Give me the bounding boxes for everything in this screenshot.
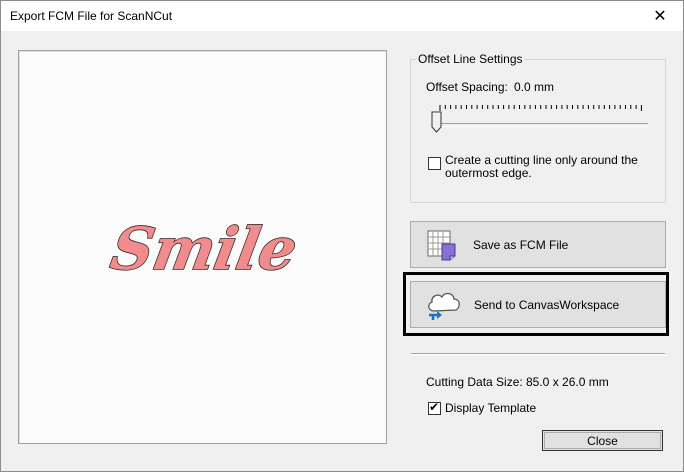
display-template-label: Display Template (445, 401, 537, 415)
display-template-checkbox[interactable]: ✔ (428, 400, 441, 415)
save-fcm-button[interactable]: Save as FCM File (410, 221, 666, 268)
title-bar: Export FCM File for ScanNCut ✕ (1, 1, 683, 31)
offset-slider-thumb[interactable] (431, 111, 443, 133)
fcm-file-icon (427, 230, 456, 261)
preview-text: Smile (106, 214, 302, 282)
close-button[interactable]: Close (542, 430, 663, 451)
close-button-label: Close (587, 433, 618, 448)
save-fcm-label: Save as FCM File (473, 238, 569, 252)
outer-edge-checkbox[interactable] (428, 157, 441, 170)
smile-preview-graphic: Smile (105, 214, 303, 284)
close-icon: ✕ (653, 8, 667, 25)
preview-pane: Smile (18, 50, 387, 444)
close-window-button[interactable]: ✕ (637, 1, 683, 31)
cutting-size-label: Cutting Data Size: (426, 375, 523, 389)
cutting-size-value: 85.0 x 26.0 mm (526, 375, 609, 389)
offset-spacing-label: Offset Spacing: (426, 80, 508, 94)
offset-slider-track[interactable] (437, 123, 648, 127)
export-dialog: Export FCM File for ScanNCut ✕ Smile Off… (0, 0, 684, 472)
outer-edge-label-line2: outermost edge. (445, 166, 532, 180)
dialog-title: Export FCM File for ScanNCut (10, 9, 173, 23)
outer-edge-label-line1: Create a cutting line only around the (445, 153, 638, 167)
separator-line (411, 353, 665, 355)
display-template-check-mark: ✔ (429, 400, 440, 414)
offset-spacing-value: 0.0 mm (514, 80, 555, 94)
slider-ticks (439, 105, 642, 111)
offset-settings-legend: Offset Line Settings (416, 52, 525, 66)
highlight-frame (403, 272, 669, 336)
